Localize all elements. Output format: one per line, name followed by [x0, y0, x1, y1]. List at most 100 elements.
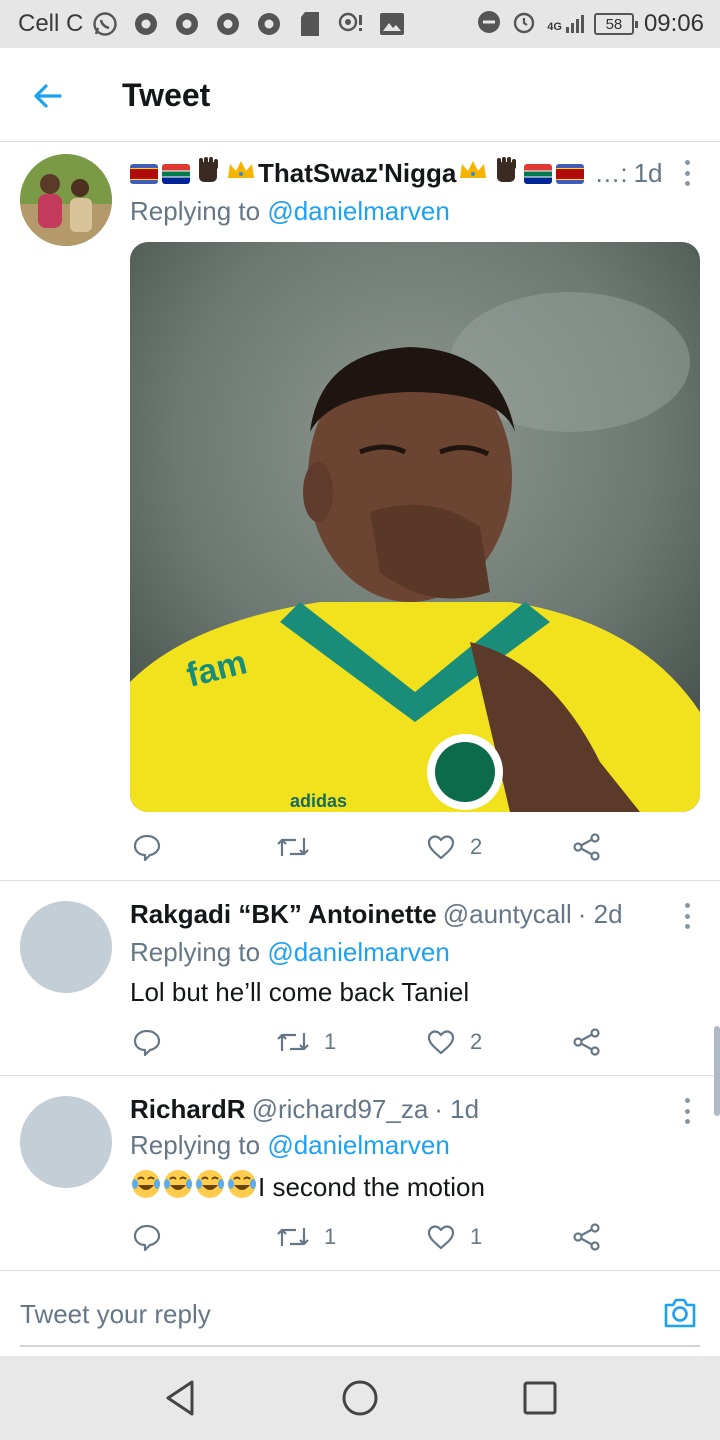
- replying-to: Replying to @danielmarven: [130, 937, 450, 968]
- display-name[interactable]: ThatSwaz'Nigga: [258, 158, 456, 189]
- share-icon: [573, 1223, 600, 1251]
- app-header: Tweet: [0, 48, 720, 142]
- reply-bar: Tweet your reply: [0, 1270, 720, 1356]
- scrollbar[interactable]: [714, 1026, 720, 1116]
- south-africa-flag-icon: [524, 163, 553, 184]
- raised-fist-icon: [492, 156, 520, 191]
- share-button[interactable]: [572, 1027, 602, 1057]
- gallery-icon: [378, 10, 406, 38]
- tweet-time: · 1d: [434, 1094, 480, 1124]
- like-button[interactable]: 1: [426, 1222, 482, 1252]
- svg-text:adidas: adidas: [290, 791, 347, 811]
- mention-link[interactable]: @danielmarven: [267, 937, 449, 967]
- retweet-icon: [277, 838, 309, 856]
- tweet-time: · 2d: [577, 899, 623, 929]
- tears-of-joy-icon: [226, 1168, 258, 1207]
- tweet-author-line: ThatSwaz'Nigga …: 1d: [130, 156, 662, 191]
- back-triangle-icon[interactable]: [160, 1378, 200, 1418]
- home-circle-icon[interactable]: [340, 1378, 380, 1418]
- comment-icon: [133, 1029, 161, 1057]
- status-bar: Cell C 4G 58 09:06: [0, 0, 720, 48]
- system-nav-bar: [0, 1356, 720, 1440]
- tweet[interactable]: RichardR @richard97_za · 1d Replying to …: [0, 1076, 720, 1270]
- retweet-icon: [277, 1228, 309, 1246]
- like-button[interactable]: 2: [426, 1027, 482, 1057]
- replying-label: Replying to: [130, 1130, 268, 1160]
- replying-to: Replying to @danielmarven: [130, 1130, 450, 1161]
- like-count: 2: [470, 1029, 483, 1054]
- display-name[interactable]: Rakgadi “BK” Antoinette: [130, 899, 437, 930]
- retweet-count: 1: [324, 1224, 337, 1249]
- tweet-time: 1d: [633, 158, 663, 188]
- tweet-actions: 2: [130, 832, 610, 866]
- alarm-icon: [511, 9, 537, 40]
- tweet-actions: 1 1: [130, 1222, 610, 1256]
- crown-icon: [458, 158, 488, 189]
- like-count: 2: [470, 834, 483, 859]
- tweet-image[interactable]: fam adidas: [130, 242, 700, 812]
- share-icon: [573, 1028, 600, 1056]
- tweet[interactable]: Rakgadi “BK” Antoinette @auntycall · 2d …: [0, 881, 720, 1075]
- carrier-label: Cell C: [18, 10, 84, 37]
- back-arrow-icon[interactable]: [30, 78, 66, 114]
- comment-icon: [133, 1224, 161, 1252]
- like-button[interactable]: 2: [426, 832, 482, 862]
- eswatini-flag-icon: [556, 163, 585, 184]
- heart-icon: [427, 1225, 455, 1250]
- tears-of-joy-icon: [130, 1168, 162, 1207]
- display-name[interactable]: RichardR: [130, 1094, 246, 1125]
- tweet-text: Lol but he’ll come back Taniel: [130, 977, 470, 1007]
- crown-icon: [226, 158, 256, 189]
- ellipsis-icon: …:: [594, 158, 628, 188]
- retweet-button[interactable]: [276, 832, 324, 862]
- retweet-icon: [277, 1033, 309, 1051]
- tweet-author-line: RichardR @richard97_za · 1d: [130, 1094, 479, 1125]
- recents-square-icon[interactable]: [520, 1378, 560, 1418]
- camera-icon[interactable]: [662, 1295, 698, 1331]
- tweet-author-line: Rakgadi “BK” Antoinette @auntycall · 2d: [130, 899, 623, 930]
- reply-input[interactable]: Tweet your reply: [20, 1299, 211, 1330]
- reply-underline: [20, 1345, 700, 1347]
- retweet-button[interactable]: 1: [276, 1222, 336, 1252]
- mention-link[interactable]: @danielmarven: [267, 196, 449, 226]
- tweet[interactable]: ThatSwaz'Nigga …: 1d Replying to @daniel…: [0, 142, 720, 880]
- eswatini-flag-icon: [130, 163, 158, 184]
- handle[interactable]: @auntycall: [443, 899, 572, 930]
- replying-label: Replying to: [130, 196, 268, 226]
- location-alert-icon: [337, 10, 365, 38]
- handle[interactable]: @richard97_za: [252, 1094, 429, 1125]
- tears-of-joy-icon: [194, 1168, 226, 1207]
- reply-button[interactable]: [132, 1027, 176, 1057]
- share-icon: [573, 833, 600, 861]
- whatsapp-icon: [91, 10, 119, 38]
- more-options-icon[interactable]: [682, 903, 692, 929]
- comment-icon: [133, 834, 161, 862]
- tweet-text-line: I second the motion: [130, 1168, 485, 1207]
- more-options-icon[interactable]: [682, 1098, 692, 1124]
- tweet-text: I second the motion: [258, 1172, 485, 1202]
- raised-fist-icon: [194, 156, 222, 191]
- replying-to: Replying to @danielmarven: [130, 196, 450, 227]
- signal-icon: 4G: [547, 15, 584, 33]
- heart-icon: [427, 835, 455, 860]
- tweet-actions: 1 2: [130, 1027, 610, 1061]
- more-options-icon[interactable]: [682, 160, 692, 186]
- network-type-label: 4G: [547, 21, 562, 33]
- battery-icon: 58: [593, 13, 638, 35]
- like-count: 1: [470, 1224, 483, 1249]
- retweet-button[interactable]: 1: [276, 1027, 336, 1057]
- chrome-icon: [132, 10, 160, 38]
- avatar[interactable]: [20, 154, 112, 246]
- share-button[interactable]: [572, 832, 602, 862]
- dnd-icon: [477, 10, 501, 39]
- avatar[interactable]: [20, 1096, 112, 1188]
- reply-button[interactable]: [132, 832, 176, 862]
- replying-label: Replying to: [130, 937, 268, 967]
- mention-link[interactable]: @danielmarven: [267, 1130, 449, 1160]
- sd-card-icon: [296, 10, 324, 38]
- avatar[interactable]: [20, 901, 112, 993]
- reply-button[interactable]: [132, 1222, 176, 1252]
- clock: 09:06: [643, 10, 704, 37]
- tears-of-joy-icon: [162, 1168, 194, 1207]
- share-button[interactable]: [572, 1222, 602, 1252]
